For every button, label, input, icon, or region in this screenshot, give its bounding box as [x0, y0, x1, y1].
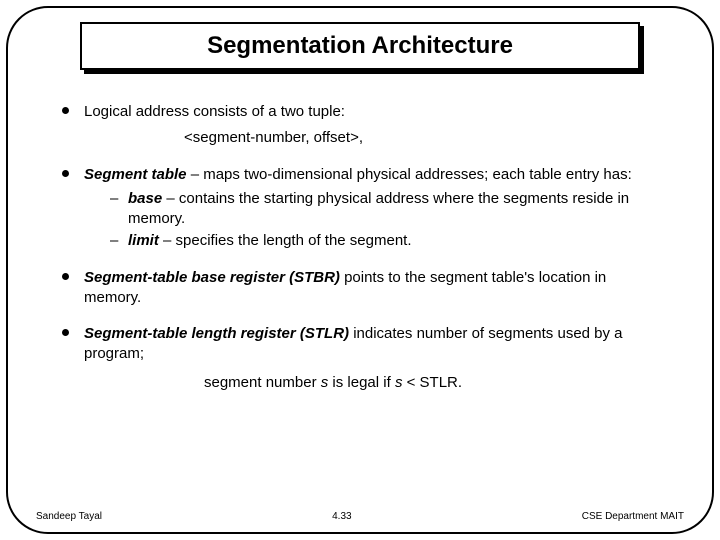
bullet-2-term: Segment table: [84, 166, 187, 183]
bullet-2-sub-2-rest: – specifies the length of the segment.: [159, 232, 412, 249]
bullet-2-sublist: base – contains the starting physical ad…: [84, 189, 662, 252]
bullet-1: Logical address consists of a two tuple:…: [58, 102, 662, 149]
tuple-line: <segment-number, offset>,: [84, 128, 662, 148]
condition-suffix: < STLR.: [402, 374, 462, 391]
condition-line: segment number s is legal if s < STLR.: [84, 373, 662, 393]
footer-center: 4.33: [332, 511, 351, 522]
footer: Sandeep Tayal 4.33 CSE Department MAIT: [36, 511, 684, 522]
footer-right: CSE Department MAIT: [582, 511, 684, 522]
bullet-1-text: Logical address consists of a two tuple:: [84, 103, 345, 120]
bullet-2-sub-2: limit – specifies the length of the segm…: [110, 231, 662, 251]
bullet-3: Segment-table base register (STBR) point…: [58, 268, 662, 309]
bullet-2-sub-1-term: base: [128, 190, 162, 207]
bullet-2-sub-1: base – contains the starting physical ad…: [110, 189, 662, 230]
condition-prefix: segment number: [204, 374, 321, 391]
bullet-2-sub-1-rest: – contains the starting physical address…: [128, 190, 629, 227]
bullet-list: Logical address consists of a two tuple:…: [58, 102, 662, 393]
bullet-2-sub-2-term: limit: [128, 232, 159, 249]
bullet-4-term: Segment-table length register (STLR): [84, 325, 349, 342]
bullet-4: Segment-table length register (STLR) ind…: [58, 324, 662, 393]
title-container: Segmentation Architecture: [80, 22, 640, 74]
footer-left: Sandeep Tayal: [36, 511, 102, 522]
condition-mid: is legal if: [328, 374, 395, 391]
slide-title: Segmentation Architecture: [80, 22, 640, 70]
bullet-2-rest: – maps two-dimensional physical addresse…: [187, 166, 632, 183]
bullet-2: Segment table – maps two-dimensional phy…: [58, 165, 662, 252]
bullet-3-term: Segment-table base register (STBR): [84, 269, 340, 286]
slide-frame: Segmentation Architecture Logical addres…: [6, 6, 714, 534]
content-area: Logical address consists of a two tuple:…: [36, 102, 684, 393]
